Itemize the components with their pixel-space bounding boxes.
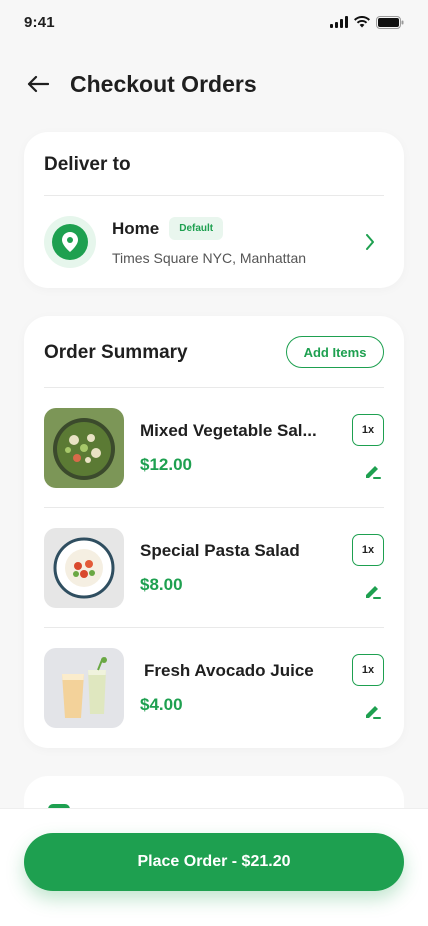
chevron-right-icon bbox=[366, 234, 374, 250]
edit-icon bbox=[366, 706, 381, 719]
divider bbox=[44, 507, 384, 508]
add-items-button[interactable]: Add Items bbox=[286, 336, 384, 368]
salad-image bbox=[44, 408, 124, 488]
deliver-title: Deliver to bbox=[44, 154, 131, 175]
address-select-button[interactable] bbox=[360, 232, 380, 252]
list-item[interactable]: Mixed Vegetable Sal... $12.00 1x bbox=[44, 408, 384, 488]
summary-title: Order Summary bbox=[44, 342, 188, 363]
address-line: Times Square NYC, Manhattan bbox=[112, 250, 307, 266]
quantity-box[interactable]: 1x bbox=[352, 534, 384, 566]
location-pin-icon bbox=[62, 232, 78, 252]
item-name: Fresh Avocado Juice bbox=[144, 661, 314, 680]
divider bbox=[44, 195, 384, 196]
edit-icon bbox=[366, 586, 381, 599]
default-badge: Default bbox=[169, 217, 224, 240]
edit-item-button[interactable] bbox=[362, 460, 384, 482]
list-item[interactable]: Fresh Avocado Juice $4.00 1x bbox=[44, 648, 384, 728]
quantity-box[interactable]: 1x bbox=[352, 654, 384, 686]
address-name-row[interactable]: Home Default bbox=[112, 217, 224, 240]
bottom-bar: Place Order - $21.20 bbox=[0, 808, 428, 926]
divider bbox=[44, 387, 384, 388]
arrow-left-icon bbox=[27, 75, 49, 93]
edit-icon bbox=[366, 466, 381, 479]
item-price: $8.00 bbox=[140, 575, 183, 594]
status-bar: 9:41 bbox=[0, 0, 428, 44]
battery-icon bbox=[376, 15, 404, 29]
divider bbox=[44, 627, 384, 628]
wifi-icon bbox=[354, 16, 370, 28]
edit-item-button[interactable] bbox=[362, 700, 384, 722]
item-price: $12.00 bbox=[140, 455, 192, 474]
pasta-salad-image bbox=[44, 528, 124, 608]
status-icons bbox=[330, 15, 404, 29]
avocado-juice-image bbox=[44, 648, 124, 728]
item-name: Mixed Vegetable Sal... bbox=[140, 421, 317, 440]
quantity-box[interactable]: 1x bbox=[352, 414, 384, 446]
location-icon-badge bbox=[44, 216, 96, 268]
address-name: Home bbox=[112, 218, 160, 238]
back-button[interactable] bbox=[24, 70, 52, 98]
item-name: Special Pasta Salad bbox=[140, 541, 300, 560]
header: Checkout Orders bbox=[24, 66, 404, 102]
status-time: 9:41 bbox=[24, 13, 55, 31]
order-summary-card: Order Summary Add Items Mixed Vegetable … bbox=[24, 316, 404, 748]
signal-icon bbox=[330, 16, 348, 28]
page-title: Checkout Orders bbox=[70, 70, 257, 97]
list-item[interactable]: Special Pasta Salad $8.00 1x bbox=[44, 528, 384, 608]
item-price: $4.00 bbox=[140, 695, 183, 714]
place-order-button[interactable]: Place Order - $21.20 bbox=[24, 833, 404, 891]
edit-item-button[interactable] bbox=[362, 580, 384, 602]
location-icon-circle bbox=[52, 224, 88, 260]
